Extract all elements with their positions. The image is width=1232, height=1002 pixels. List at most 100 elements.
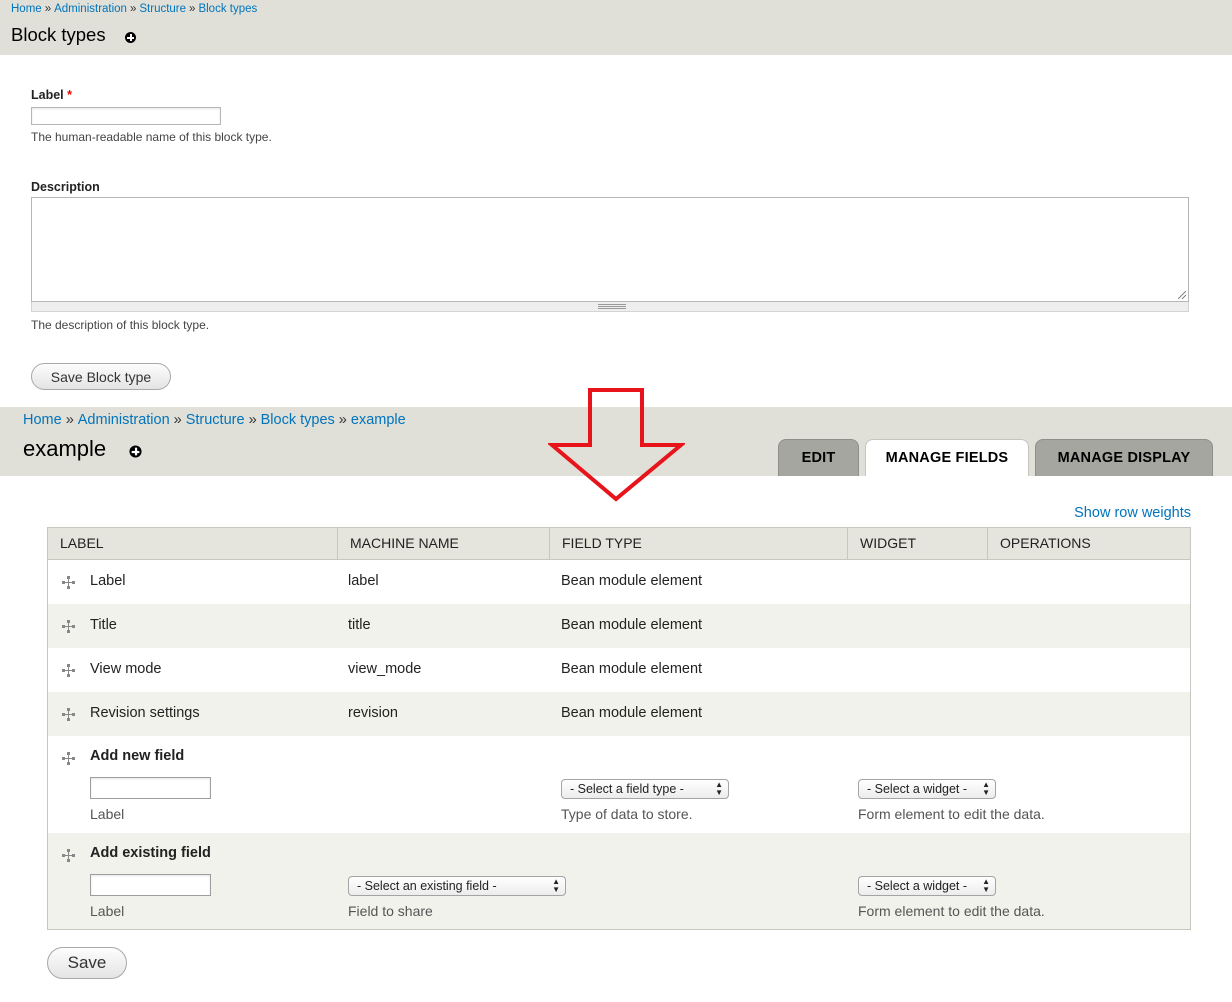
add-existing-field-title: Add existing field xyxy=(90,845,211,861)
drag-handle-tip xyxy=(67,718,70,721)
drag-handle-tip xyxy=(67,630,70,633)
drag-handle-tip xyxy=(62,757,65,760)
select-arrows-icon: ▲ ▼ xyxy=(552,877,560,894)
row-label: View mode xyxy=(90,661,162,677)
tab-edit[interactable]: EDIT xyxy=(778,439,859,476)
column-header-field-type: FIELD TYPE xyxy=(550,528,848,559)
drag-handle-tip xyxy=(62,581,65,584)
select-arrows-icon: ▲ ▼ xyxy=(982,877,990,894)
drag-handle-tip xyxy=(67,849,70,852)
drag-handle-tip xyxy=(67,859,70,862)
drag-handle-tip xyxy=(72,757,75,760)
drag-handle-icon[interactable] xyxy=(62,708,75,721)
drag-handle-icon[interactable] xyxy=(62,664,75,677)
drag-handle-tip xyxy=(67,586,70,589)
breadcrumb-block-types[interactable]: Block types xyxy=(198,3,257,15)
drag-handle-icon[interactable] xyxy=(62,752,75,765)
breadcrumb-structure[interactable]: Structure xyxy=(186,412,245,428)
breadcrumb-block-types[interactable]: Block types xyxy=(261,412,335,428)
field-type-caption: Type of data to store. xyxy=(561,806,693,822)
drag-handle-icon[interactable] xyxy=(62,620,75,633)
row-machine-name: label xyxy=(348,573,379,589)
drag-handle-tip xyxy=(62,669,65,672)
existing-field-widget-select[interactable]: - Select a widget - ▲ ▼ xyxy=(858,876,996,896)
show-row-weights-link[interactable]: Show row weights xyxy=(1074,505,1191,521)
column-header-label: LABEL xyxy=(48,528,338,559)
new-field-label-caption: Label xyxy=(90,806,125,822)
save-button[interactable]: Save xyxy=(47,947,127,979)
drag-handle-tip xyxy=(72,581,75,584)
drag-handle-tip xyxy=(67,576,70,579)
row-field-type: Bean module element xyxy=(561,617,703,633)
grip-line xyxy=(598,304,626,305)
breadcrumb-structure[interactable]: Structure xyxy=(139,3,186,15)
breadcrumb-home[interactable]: Home xyxy=(23,412,62,428)
drag-handle-tip xyxy=(62,713,65,716)
drag-handle-tip xyxy=(67,708,70,711)
drag-handle-tip xyxy=(72,669,75,672)
table-row: View mode view_mode Bean module element xyxy=(48,648,1190,692)
existing-field-label-caption: Label xyxy=(90,903,125,919)
tab-manage-display[interactable]: MANAGE DISPLAY xyxy=(1035,439,1213,476)
add-shortcut-icon[interactable] xyxy=(125,32,136,43)
drag-handle-icon[interactable] xyxy=(62,576,75,589)
top-breadcrumb: Home» Administration» Structure» Block type… xyxy=(11,3,257,15)
existing-field-select[interactable]: - Select an existing field - ▲ ▼ xyxy=(348,876,566,896)
new-field-widget-select[interactable]: - Select a widget - ▲ ▼ xyxy=(858,779,996,799)
breadcrumb-administration[interactable]: Administration xyxy=(78,412,170,428)
label-help-text: The human-readable name of this block ty… xyxy=(31,130,272,144)
widget-select-value: - Select a widget - xyxy=(867,782,968,796)
row-field-type: Bean module element xyxy=(561,661,703,677)
select-arrows-icon: ▲ ▼ xyxy=(982,780,990,797)
breadcrumb-separator: » xyxy=(44,3,52,15)
add-new-field-title: Add new field xyxy=(90,748,185,764)
drag-handle-tip xyxy=(67,620,70,623)
description-textarea[interactable] xyxy=(31,197,1189,302)
existing-field-label-input[interactable] xyxy=(90,874,211,896)
row-label: Revision settings xyxy=(90,705,200,721)
existing-field-select-value: - Select an existing field - xyxy=(357,879,497,893)
save-block-type-button[interactable]: Save Block type xyxy=(31,363,171,390)
table-header: LABEL MACHINE NAME FIELD TYPE WIDGET OPE… xyxy=(48,528,1190,560)
drag-handle-icon[interactable] xyxy=(62,849,75,862)
add-new-field-row: Add new field Label - Select a field typ… xyxy=(48,736,1190,833)
row-machine-name: view_mode xyxy=(348,661,422,677)
label-input[interactable] xyxy=(31,107,221,125)
drag-handle-tip xyxy=(62,854,65,857)
new-field-label-input[interactable] xyxy=(90,777,211,799)
bottom-breadcrumb: Home» Administration» Structure» Block type… xyxy=(23,412,406,428)
textarea-grippie[interactable] xyxy=(31,302,1189,312)
row-machine-name: title xyxy=(348,617,371,633)
label-field-text: Label xyxy=(31,88,64,102)
breadcrumb-administration[interactable]: Administration xyxy=(54,3,127,15)
breadcrumb-home[interactable]: Home xyxy=(11,3,42,15)
drag-handle-tip xyxy=(67,674,70,677)
row-field-type: Bean module element xyxy=(561,573,703,589)
row-machine-name: revision xyxy=(348,705,398,721)
page-title: example xyxy=(23,436,107,461)
required-marker: * xyxy=(67,88,73,102)
down-arrow-icon xyxy=(548,388,685,502)
drag-handle-tip xyxy=(72,854,75,857)
fields-table: LABEL MACHINE NAME FIELD TYPE WIDGET OPE… xyxy=(47,527,1191,930)
column-header-widget: WIDGET xyxy=(848,528,988,559)
description-help-text: The description of this block type. xyxy=(31,318,210,332)
existing-field-caption: Field to share xyxy=(348,903,433,919)
page-title: Block types xyxy=(11,24,106,45)
select-arrows-icon: ▲ ▼ xyxy=(715,780,723,797)
breadcrumb-separator: » xyxy=(338,412,347,428)
table-row: Revision settings revision Bean module e… xyxy=(48,692,1190,736)
description-field-label: Description xyxy=(31,180,100,194)
breadcrumb-separator: » xyxy=(65,412,74,428)
resize-corner-icon[interactable] xyxy=(1178,291,1186,299)
breadcrumb-example[interactable]: example xyxy=(351,412,406,428)
tab-manage-fields[interactable]: MANAGE FIELDS xyxy=(865,439,1029,476)
label-field-label: Label * xyxy=(31,88,72,102)
row-label: Title xyxy=(90,617,117,633)
drag-handle-tip xyxy=(72,713,75,716)
breadcrumb-separator: » xyxy=(173,412,182,428)
field-type-select[interactable]: - Select a field type - ▲ ▼ xyxy=(561,779,729,799)
add-shortcut-icon[interactable] xyxy=(129,445,142,458)
table-row: Title title Bean module element xyxy=(48,604,1190,648)
drag-handle-tip xyxy=(67,762,70,765)
